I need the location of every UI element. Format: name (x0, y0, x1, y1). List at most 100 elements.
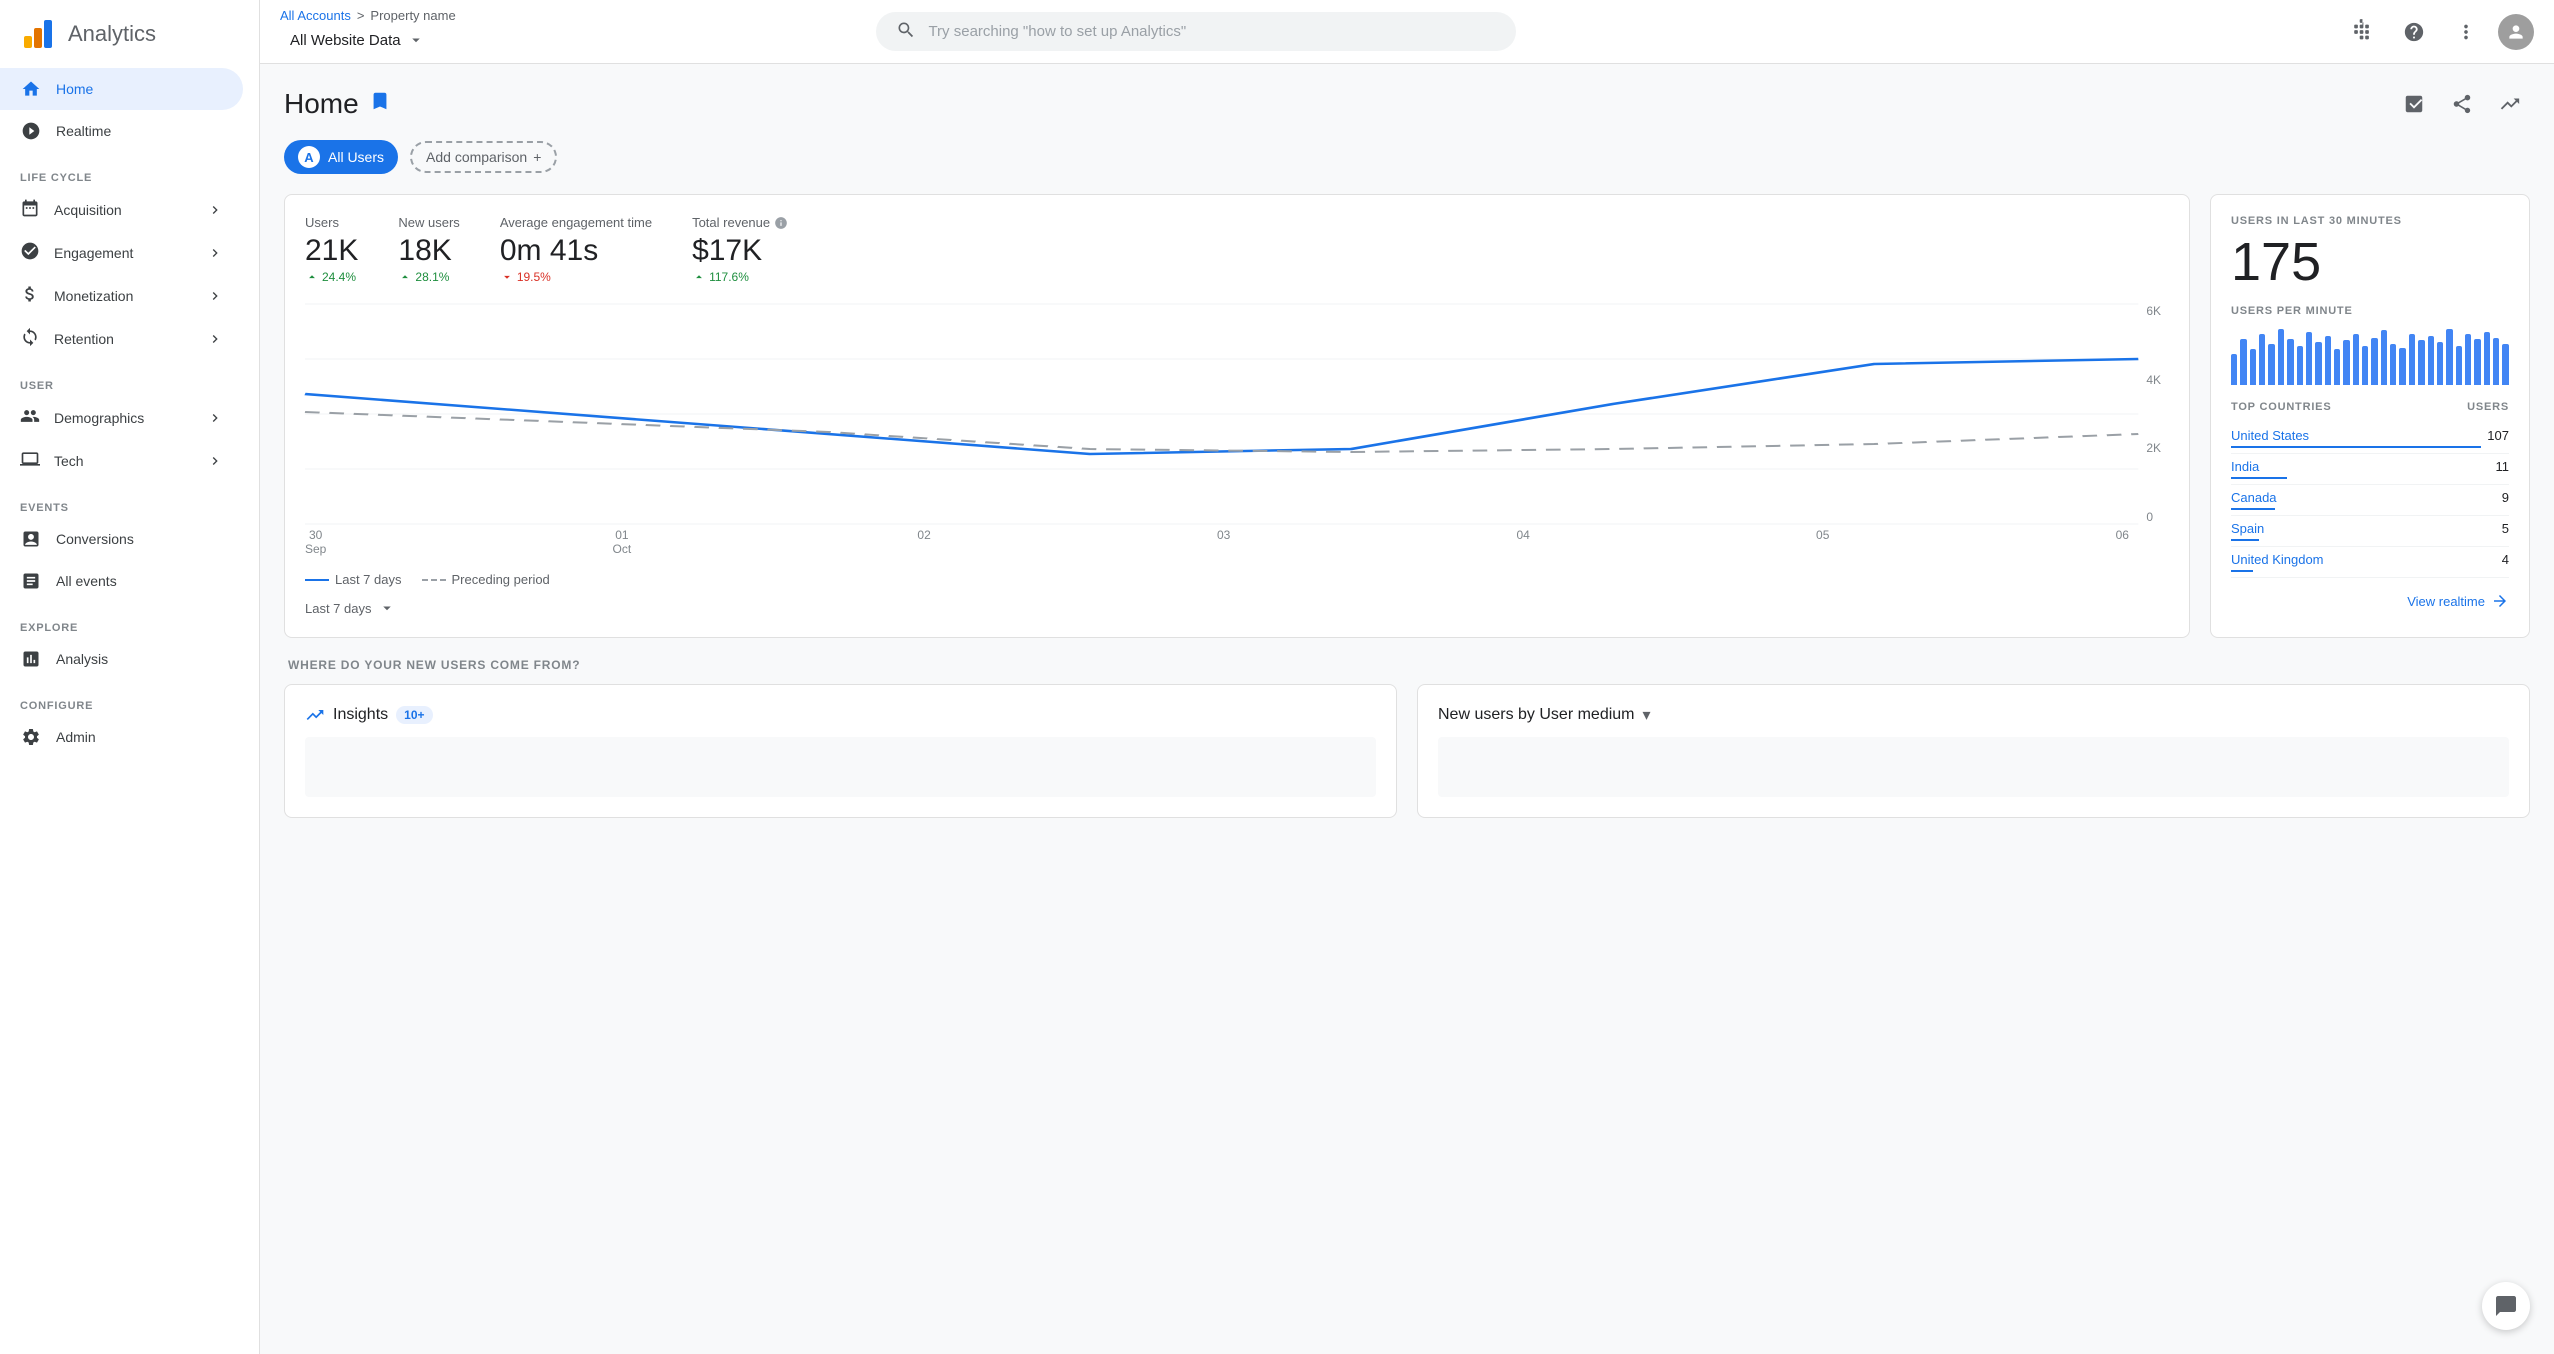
countries-list: United States 107 India 11 Canada 9 Spai… (2231, 423, 2509, 578)
search-bar[interactable]: Try searching "how to set up Analytics" (876, 12, 1516, 51)
insights-content (305, 737, 1376, 797)
user-section-label: USER (0, 368, 259, 396)
sidebar-item-all-events[interactable]: All events (0, 560, 243, 602)
sidebar-item-admin[interactable]: Admin (0, 716, 243, 758)
mini-bar-item (2390, 344, 2396, 385)
engagement-icon (20, 241, 40, 264)
bottom-grid: Insights 10+ New users by User medium ▾ (284, 684, 2530, 818)
home-icon (20, 78, 42, 100)
lifecycle-section-label: LIFE CYCLE (0, 160, 259, 188)
monetization-icon (20, 284, 40, 307)
period-dropdown-icon (378, 599, 396, 617)
new-users-dropdown-icon[interactable]: ▾ (1643, 705, 1651, 725)
user-avatar[interactable] (2498, 14, 2534, 50)
property-name: All Website Data (290, 32, 401, 49)
country-users: 4 (2502, 552, 2509, 567)
add-comparison-button[interactable]: Add comparison + (410, 141, 557, 173)
arrow-right-icon (2491, 592, 2509, 610)
mini-bar-item (2484, 332, 2490, 385)
sidebar-label-engagement: Engagement (54, 245, 133, 261)
sidebar-item-demographics[interactable]: Demographics (0, 396, 243, 439)
add-icon: + (533, 149, 541, 165)
stat-new-users: New users 18K 28.1% (398, 215, 459, 284)
new-users-header: New users by User medium ▾ (1438, 705, 2509, 725)
insights-label: Insights (333, 706, 388, 724)
sidebar-item-engagement[interactable]: Engagement (0, 231, 243, 274)
mini-bar-item (2493, 338, 2499, 385)
breadcrumb-property: Property name (370, 8, 455, 23)
chart-x-labels: 30Sep 01Oct 02 03 04 05 06 (305, 524, 2129, 560)
realtime-header: USERS IN LAST 30 MINUTES (2231, 215, 2509, 227)
share-button[interactable] (2442, 84, 2482, 124)
country-users: 107 (2487, 428, 2509, 443)
sidebar-item-realtime[interactable]: Realtime (0, 110, 243, 152)
main-area: All Accounts > Property name All Website… (260, 0, 2554, 1354)
configure-section-label: CONFIGURE (0, 688, 259, 716)
period-selector[interactable]: Last 7 days (305, 599, 2169, 617)
customize-button[interactable] (2394, 84, 2434, 124)
mini-bar-item (2334, 349, 2340, 385)
help-button[interactable] (2394, 12, 2434, 52)
app-logo: Analytics (0, 0, 259, 68)
country-name[interactable]: Canada (2231, 490, 2277, 505)
stat-revenue: Total revenue $17K 117.6% (692, 215, 788, 284)
mini-bar-item (2306, 332, 2312, 385)
sidebar-item-acquisition[interactable]: Acquisition (0, 188, 243, 231)
analysis-icon (20, 648, 42, 670)
breadcrumb-account[interactable]: All Accounts (280, 8, 351, 23)
mini-bar-item (2297, 346, 2303, 385)
sidebar-item-tech[interactable]: Tech (0, 439, 243, 482)
more-button[interactable] (2446, 12, 2486, 52)
mini-bar-item (2325, 336, 2331, 385)
comparison-bar: A All Users Add comparison + (284, 140, 2530, 174)
countries-header: TOP COUNTRIES USERS (2231, 401, 2509, 413)
country-bar (2231, 477, 2287, 479)
legend-last7: Last 7 days (305, 572, 402, 587)
add-comparison-label: Add comparison (426, 149, 527, 165)
mini-bar-item (2231, 354, 2237, 385)
country-name[interactable]: Spain (2231, 521, 2264, 536)
sidebar-item-analysis[interactable]: Analysis (0, 638, 243, 680)
mini-bar-item (2268, 344, 2274, 385)
legend-dashed-line (422, 579, 446, 581)
sidebar-item-retention[interactable]: Retention (0, 317, 243, 360)
bottom-section: WHERE DO YOUR NEW USERS COME FROM? Insig… (284, 658, 2530, 818)
admin-icon (20, 726, 42, 748)
chip-letter: A (298, 146, 320, 168)
country-name[interactable]: India (2231, 459, 2259, 474)
view-realtime-link[interactable]: View realtime (2231, 592, 2509, 610)
analytics-logo-icon (20, 16, 56, 52)
stat-engagement: Average engagement time 0m 41s 19.5% (500, 215, 652, 284)
country-name[interactable]: United States (2231, 428, 2309, 443)
mini-bar-item (2409, 334, 2415, 385)
insights-header: Insights 10+ (305, 705, 1376, 725)
sidebar-item-home[interactable]: Home (0, 68, 243, 110)
sidebar-item-monetization[interactable]: Monetization (0, 274, 243, 317)
chevron-right-icon5 (207, 410, 223, 426)
all-users-chip[interactable]: A All Users (284, 140, 398, 174)
chat-fab-button[interactable] (2482, 1282, 2530, 1330)
trending-button[interactable] (2490, 84, 2530, 124)
sidebar: Analytics Home Realtime LIFE CYCLE Acqui… (0, 0, 260, 1354)
page-title-row: Home (284, 88, 391, 120)
legend-solid-line (305, 579, 329, 581)
stat-users-change: 24.4% (305, 270, 358, 284)
stat-revenue-label: Total revenue (692, 215, 788, 230)
sidebar-label-monetization: Monetization (54, 288, 133, 304)
demographics-icon (20, 406, 40, 429)
stat-new-users-change: 28.1% (398, 270, 459, 284)
insights-badge: 10+ (396, 706, 432, 724)
sidebar-item-conversions[interactable]: Conversions (0, 518, 243, 560)
property-selector[interactable]: All Website Data (280, 25, 456, 55)
chevron-right-icon4 (207, 331, 223, 347)
mini-bar-item (2315, 342, 2321, 385)
apps-button[interactable] (2342, 12, 2382, 52)
stat-users: Users 21K 24.4% (305, 215, 358, 284)
country-name[interactable]: United Kingdom (2231, 552, 2324, 567)
new-users-label: New users by User medium (1438, 706, 1635, 724)
mini-bar-item (2278, 329, 2284, 385)
stat-users-label: Users (305, 215, 358, 230)
country-row: United Kingdom 4 (2231, 547, 2509, 578)
country-bar (2231, 446, 2481, 448)
page-bookmark-icon[interactable] (369, 90, 391, 118)
